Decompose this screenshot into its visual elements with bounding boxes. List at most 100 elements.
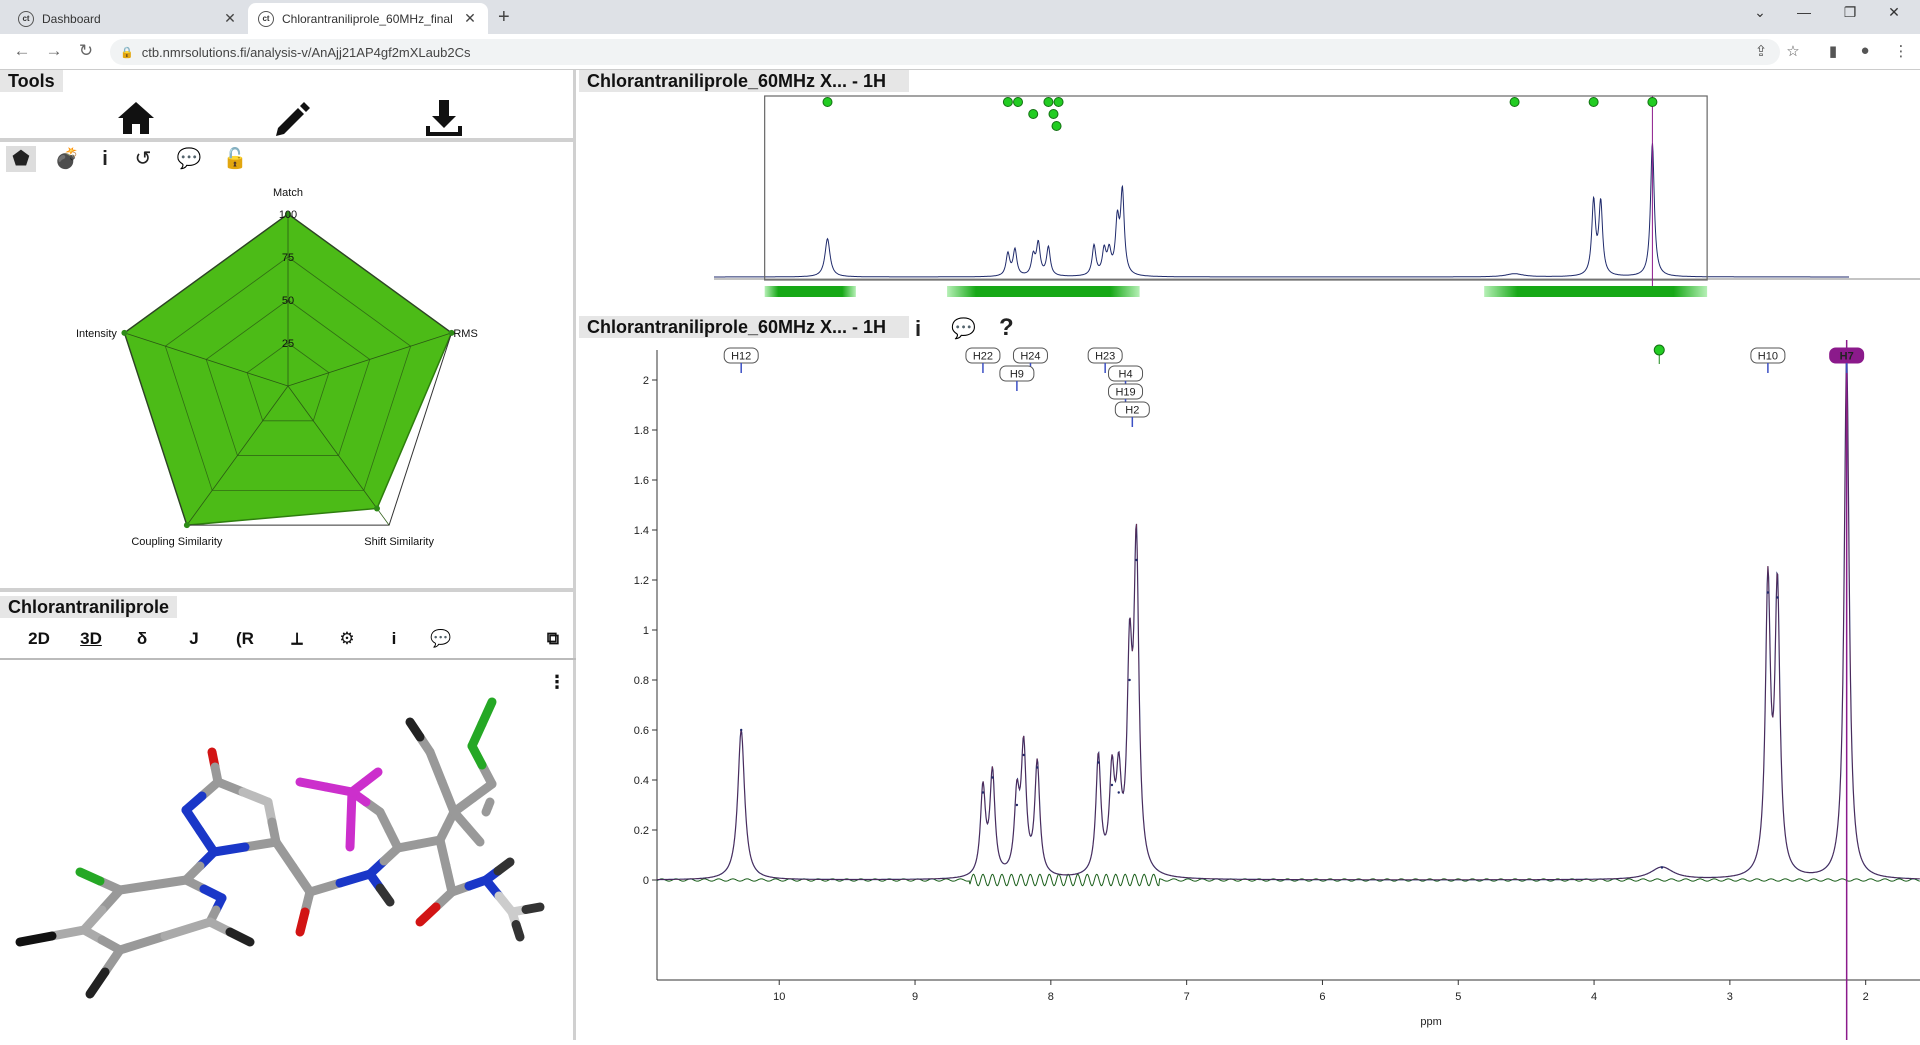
bond-segment xyxy=(345,815,356,852)
restore-icon[interactable]: ❐ xyxy=(1830,4,1870,21)
shift-delta-button[interactable]: δ xyxy=(130,626,154,652)
integration-region-bar xyxy=(764,286,856,297)
molecule-header: Chlorantraniliprole xyxy=(0,596,178,618)
integration-region-bar xyxy=(947,286,1140,297)
pencil-icon[interactable] xyxy=(272,98,312,138)
profile-icon[interactable]: ● xyxy=(1854,42,1876,59)
view-3d-button[interactable]: 3D xyxy=(76,626,106,652)
address-bar: ← → ↻ 🔒 ctb.nmrsolutions.fi/analysis-v/A… xyxy=(0,34,1920,70)
molecule-toolbar: 2D 3D δ J (R ⟂ ⚙ i 💬 ⧉ xyxy=(0,618,576,660)
url-input[interactable]: 🔒 ctb.nmrsolutions.fi/analysis-v/AnAjj21… xyxy=(110,39,1780,65)
overview-spectrum[interactable] xyxy=(579,92,1920,324)
unlock-icon[interactable]: 🔓 xyxy=(220,146,250,172)
peak-point xyxy=(981,791,985,794)
y-tick-label: 0.4 xyxy=(634,775,649,787)
bond-segment xyxy=(115,931,170,955)
bond-segment xyxy=(481,802,493,817)
more-options-icon[interactable]: ⋮ xyxy=(548,672,566,692)
pentagon-icon[interactable]: ⬟ xyxy=(6,146,36,172)
side-panel-icon[interactable]: ▮ xyxy=(1822,42,1844,60)
close-tab-icon[interactable]: ✕ xyxy=(222,10,238,27)
tools-header: Tools xyxy=(0,70,63,92)
close-tab-icon[interactable]: ✕ xyxy=(462,10,478,27)
tools-toolbar xyxy=(0,92,576,142)
home-icon[interactable] xyxy=(116,98,156,138)
molecule-3d-view[interactable]: ⋮ xyxy=(0,662,576,1040)
atom-label-text: H7 xyxy=(1840,351,1854,363)
comments-icon[interactable]: 💬 xyxy=(951,316,976,341)
peak-point xyxy=(1776,596,1779,599)
bond-segment xyxy=(15,931,57,947)
coupling-j-button[interactable]: J xyxy=(182,626,206,652)
main-spectrum[interactable]: 2 1.8 1.6 1.4 1.2 1 0.8 0.6 0.4 0.2 0 10 9 8 7 6 5 4 3 2 ppm… xyxy=(579,340,1920,1040)
bookmark-star-icon[interactable]: ☆ xyxy=(1782,42,1804,60)
peak-point xyxy=(740,728,743,732)
overview-title: Chlorantraniliprole_60MHz X... - 1H xyxy=(579,70,909,92)
match-radar-chart: 100 75 50 25 Match RMS Shift Similarity Couplin… xyxy=(0,172,576,592)
bond-segment xyxy=(288,862,315,897)
spectrum-title: Chlorantraniliprole_60MHz X... - 1H xyxy=(579,316,909,338)
x-tick-label: 2 xyxy=(1863,991,1869,1003)
y-tick-label: 1.2 xyxy=(634,575,649,587)
info-icon[interactable]: i xyxy=(384,626,404,652)
x-axis-label: ppm xyxy=(1420,1016,1441,1028)
comments-icon[interactable]: 💬 xyxy=(174,146,204,172)
lock-icon: 🔒 xyxy=(120,46,134,59)
settings-icon[interactable]: ⚙ xyxy=(334,626,360,652)
multiplet-dot xyxy=(1647,97,1658,107)
multiplet-dot xyxy=(822,97,833,107)
x-tick-label: 10 xyxy=(773,991,785,1003)
radar-scale-tick: 75 xyxy=(282,252,294,264)
multiplet-dot xyxy=(1043,97,1054,107)
bond-segment xyxy=(437,777,459,817)
radar-vertex-dot xyxy=(121,329,128,336)
share-icon[interactable]: ⇪ xyxy=(1750,42,1772,60)
y-tick-label: 1.4 xyxy=(634,525,649,537)
bond-segment xyxy=(295,907,310,937)
back-icon[interactable]: ← xyxy=(10,41,34,61)
comment-icon[interactable]: 💬 xyxy=(426,626,456,652)
download-icon[interactable] xyxy=(424,98,464,138)
bond-segment xyxy=(375,883,395,907)
bond-segment xyxy=(295,777,331,792)
overview-spectrum-line xyxy=(714,143,1849,278)
tab-analysis[interactable]: ct Chlorantraniliprole_60MHz_final ✕ xyxy=(248,3,488,34)
bond-segment xyxy=(360,767,383,787)
info-icon[interactable]: i xyxy=(90,146,120,172)
peak-point xyxy=(991,776,994,779)
info-icon[interactable]: i xyxy=(915,316,921,342)
bond-segment xyxy=(85,967,110,999)
left-panel: Tools ⬟ 💣 i ↺ 💬 🔓 100 75 50 25 Match RMS Shift… xyxy=(0,70,576,1040)
app-root: Tools ⬟ 💣 i ↺ 💬 🔓 100 75 50 25 Match RMS Shift… xyxy=(0,70,1920,1040)
tab-search-icon[interactable]: ⌄ xyxy=(1740,4,1780,21)
multiplet-dot xyxy=(1053,97,1064,107)
peak-point xyxy=(1766,591,1770,594)
history-icon[interactable]: ↺ xyxy=(128,146,158,172)
bond-segment xyxy=(521,902,545,914)
peak-point xyxy=(1117,791,1120,794)
y-tick-label: 1.8 xyxy=(634,425,649,437)
copy-icon[interactable]: ⧉ xyxy=(538,626,568,652)
forward-icon[interactable]: → xyxy=(42,41,66,61)
y-tick-label: 0.8 xyxy=(634,675,649,687)
coupling-icon[interactable]: ⟂ xyxy=(284,626,310,652)
peak-point xyxy=(1097,761,1100,764)
radar-axis-label: RMS xyxy=(453,328,477,340)
menu-kebab-icon[interactable]: ⋮ xyxy=(1890,42,1912,60)
new-tab-icon[interactable]: + xyxy=(498,6,510,29)
reload-icon[interactable]: ↻ xyxy=(74,41,98,61)
bond-segment xyxy=(425,747,447,787)
bond-segment xyxy=(477,697,497,729)
minimize-icon[interactable]: — xyxy=(1784,4,1824,20)
tab-title: Dashboard xyxy=(42,11,101,26)
view-2d-button[interactable]: 2D xyxy=(24,626,54,652)
r-icon[interactable]: (R xyxy=(232,626,258,652)
radar-axis-label: Intensity xyxy=(76,328,117,340)
bomb-icon[interactable]: 💣 xyxy=(52,146,82,172)
close-window-icon[interactable]: ✕ xyxy=(1874,4,1914,21)
atom-label-h22: H22 xyxy=(965,347,1001,373)
tab-dashboard[interactable]: ct Dashboard ✕ xyxy=(8,3,248,34)
multiplet-dot xyxy=(1013,97,1024,107)
help-icon[interactable]: ? xyxy=(999,314,1014,342)
y-tick-label: 0.6 xyxy=(634,725,649,737)
